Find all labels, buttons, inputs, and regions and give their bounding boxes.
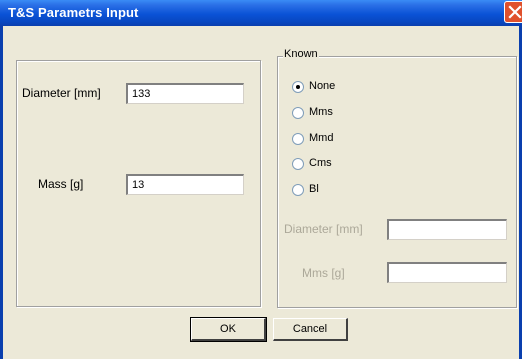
known-diameter-input[interactable] (387, 219, 507, 240)
mass-label: Mass [g] (38, 177, 84, 191)
title-bar[interactable]: T&S Parametrs Input (0, 0, 522, 26)
cancel-button[interactable]: Cancel (273, 318, 348, 341)
close-button[interactable] (504, 1, 522, 23)
radio-mms[interactable] (292, 107, 304, 119)
radio-mmd-label: Mmd (309, 132, 334, 144)
known-mms-label: Mms [g] (302, 266, 345, 280)
radio-selected-dot (296, 85, 300, 89)
close-icon (508, 5, 522, 19)
dialog-window: T&S Parametrs Input Diameter [mm] 133 Ma… (0, 0, 522, 359)
known-mms-input[interactable] (387, 262, 507, 283)
known-diameter-label: Diameter [mm] (284, 222, 363, 236)
radio-mmd[interactable] (292, 133, 304, 145)
radio-cms-label: Cms (309, 157, 332, 169)
radio-none-label: None (309, 80, 336, 92)
window-frame-left (0, 26, 3, 359)
radio-mms-label: Mms (309, 106, 333, 118)
known-group-title: Known (283, 48, 319, 60)
mass-input[interactable]: 13 (126, 174, 244, 195)
radio-bl-label: Bl (309, 183, 319, 195)
diameter-input[interactable]: 133 (126, 83, 244, 104)
diameter-label: Diameter [mm] (22, 86, 101, 100)
radio-bl[interactable] (292, 184, 304, 196)
radio-none[interactable] (292, 81, 304, 93)
window-title: T&S Parametrs Input (8, 5, 139, 20)
ok-button[interactable]: OK (190, 317, 267, 342)
radio-cms[interactable] (292, 158, 304, 170)
